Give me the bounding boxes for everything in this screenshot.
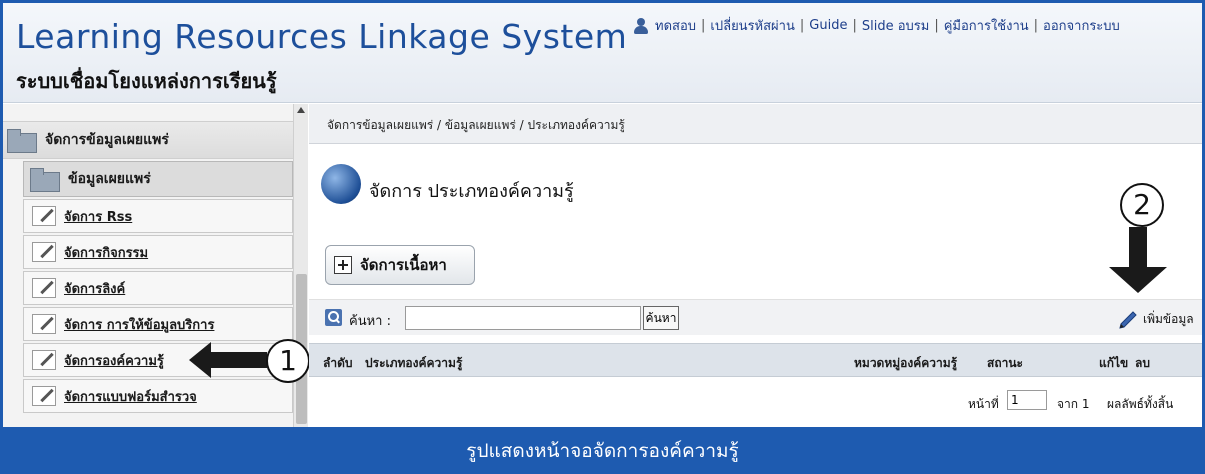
guide-link[interactable]: Guide (809, 18, 847, 33)
column-header-type: ประเภทองค์ความรู้ (365, 356, 463, 370)
sidebar-item-label: จัดการกิจกรรม (64, 245, 149, 261)
pager-label: หน้าที่ (968, 397, 999, 411)
sidebar-item-label: จัดการ การให้ข้อมูลบริการ (64, 317, 215, 333)
caption-bar: รูปแสดงหน้าจอจัดการองค์ความรู้ (0, 427, 1205, 474)
search-label: ค้นหา : (349, 314, 391, 329)
sidebar-subgroup-published[interactable]: ข้อมูลเผยแพร่ (23, 161, 293, 197)
separator: | (934, 18, 939, 33)
separator: | (701, 18, 706, 33)
edit-icon (32, 206, 56, 226)
sidebar-item-rss[interactable]: จัดการ Rss (23, 199, 293, 233)
change-password-link[interactable]: เปลี่ยนรหัสผ่าน (710, 15, 794, 36)
edit-icon (32, 350, 56, 370)
column-header-delete: ลบ (1135, 356, 1150, 370)
pager: หน้าที่ จาก 1 ผลลัพธ์ทั้งสิ้น (309, 386, 1202, 416)
sidebar-item-label: จัดการลิงค์ (64, 281, 126, 297)
folder-icon (30, 168, 62, 192)
sidebar-item-services[interactable]: จัดการ การให้ข้อมูลบริการ (23, 307, 293, 341)
edit-icon (32, 386, 56, 406)
plus-icon (334, 256, 352, 274)
pager-of-label: จาก 1 (1057, 397, 1090, 411)
user-icon (633, 17, 649, 34)
slide-link[interactable]: Slide อบรม (862, 15, 929, 36)
sidebar-group-publish-data[interactable]: จัดการข้อมูลเผยแพร่ (3, 121, 293, 159)
scroll-up-arrow-icon[interactable] (297, 107, 305, 113)
manage-content-button[interactable]: จัดการเนื้อหา (325, 245, 475, 285)
column-header-status: สถานะ (987, 356, 1023, 370)
breadcrumb-bar: จัดการข้อมูลเผยแพร่ / ข้อมูลเผยแพร่ / ปร… (309, 104, 1202, 144)
main-content: จัดการข้อมูลเผยแพร่ / ข้อมูลเผยแพร่ / ปร… (309, 104, 1202, 430)
sidebar-group-label: จัดการข้อมูลเผยแพร่ (45, 132, 169, 148)
column-header-no: ลำดับ (323, 356, 353, 370)
sidebar: จัดการข้อมูลเผยแพร่ ข้อมูลเผยแพร่ จัดการ… (3, 104, 308, 430)
sidebar-subgroup-label: ข้อมูลเผยแพร่ (68, 171, 151, 187)
sidebar-item-activities[interactable]: จัดการกิจกรรม (23, 235, 293, 269)
edit-icon (32, 278, 56, 298)
app-header: Learning Resources Linkage System ระบบเช… (3, 3, 1202, 103)
page-title: จัดการ ประเภทองค์ความรู้ (369, 181, 574, 202)
column-header-category: หมวดหมู่องค์ความรู้ (854, 356, 958, 370)
sidebar-item-label: จัดการองค์ความรู้ (64, 353, 164, 369)
edit-icon (32, 314, 56, 334)
sidebar-item-links[interactable]: จัดการลิงค์ (23, 271, 293, 305)
app-title: Learning Resources Linkage System (16, 17, 628, 56)
pager-total-label: ผลลัพธ์ทั้งสิ้น (1107, 397, 1174, 411)
separator: | (799, 18, 805, 33)
separator: | (1033, 18, 1039, 33)
search-button[interactable]: ค้นหา (643, 306, 679, 330)
breadcrumb: จัดการข้อมูลเผยแพร่ / ข้อมูลเผยแพร่ / ปร… (327, 118, 625, 132)
callout-number-2: 2 (1120, 183, 1164, 227)
globe-icon (321, 164, 361, 204)
column-header-edit: แก้ไข (1099, 356, 1129, 370)
search-toolbar: ค้นหา : ค้นหา เพิ่มข้อมูล (309, 299, 1202, 335)
sidebar-item-label: จัดการแบบฟอร์มสำรวจ (64, 389, 197, 405)
add-data-link[interactable]: เพิ่มข้อมูล (1143, 310, 1194, 329)
screenshot-frame: Learning Resources Linkage System ระบบเช… (0, 0, 1205, 474)
callout-arrow-down-icon (1109, 227, 1167, 293)
manage-content-label: จัดการเนื้อหา (360, 256, 447, 274)
manual-link[interactable]: คู่มือการใช้งาน (944, 15, 1029, 36)
logout-link[interactable]: ออกจากระบบ (1043, 15, 1120, 36)
page-number-input[interactable] (1007, 390, 1047, 410)
folder-icon (7, 129, 39, 153)
app-subtitle: ระบบเชื่อมโยงแหล่งการเรียนรู้ (16, 69, 277, 93)
figure-caption: รูปแสดงหน้าจอจัดการองค์ความรู้ (466, 439, 739, 462)
pencil-icon[interactable] (1117, 308, 1139, 330)
sidebar-item-survey-forms[interactable]: จัดการแบบฟอร์มสำรวจ (23, 379, 293, 413)
separator: | (852, 18, 857, 33)
search-input[interactable] (405, 306, 641, 330)
top-links: ทดสอบ | เปลี่ยนรหัสผ่าน | Guide | Slide … (633, 15, 1120, 36)
edit-icon (32, 242, 56, 262)
callout-arrow-left-icon (189, 342, 267, 378)
search-icon (325, 309, 342, 326)
sidebar-item-label: จัดการ Rss (64, 209, 133, 225)
user-link[interactable]: ทดสอบ (655, 15, 696, 36)
callout-number-1: 1 (266, 339, 310, 383)
table-header: ลำดับ ประเภทองค์ความรู้ หมวดหมู่องค์ความ… (309, 343, 1202, 377)
